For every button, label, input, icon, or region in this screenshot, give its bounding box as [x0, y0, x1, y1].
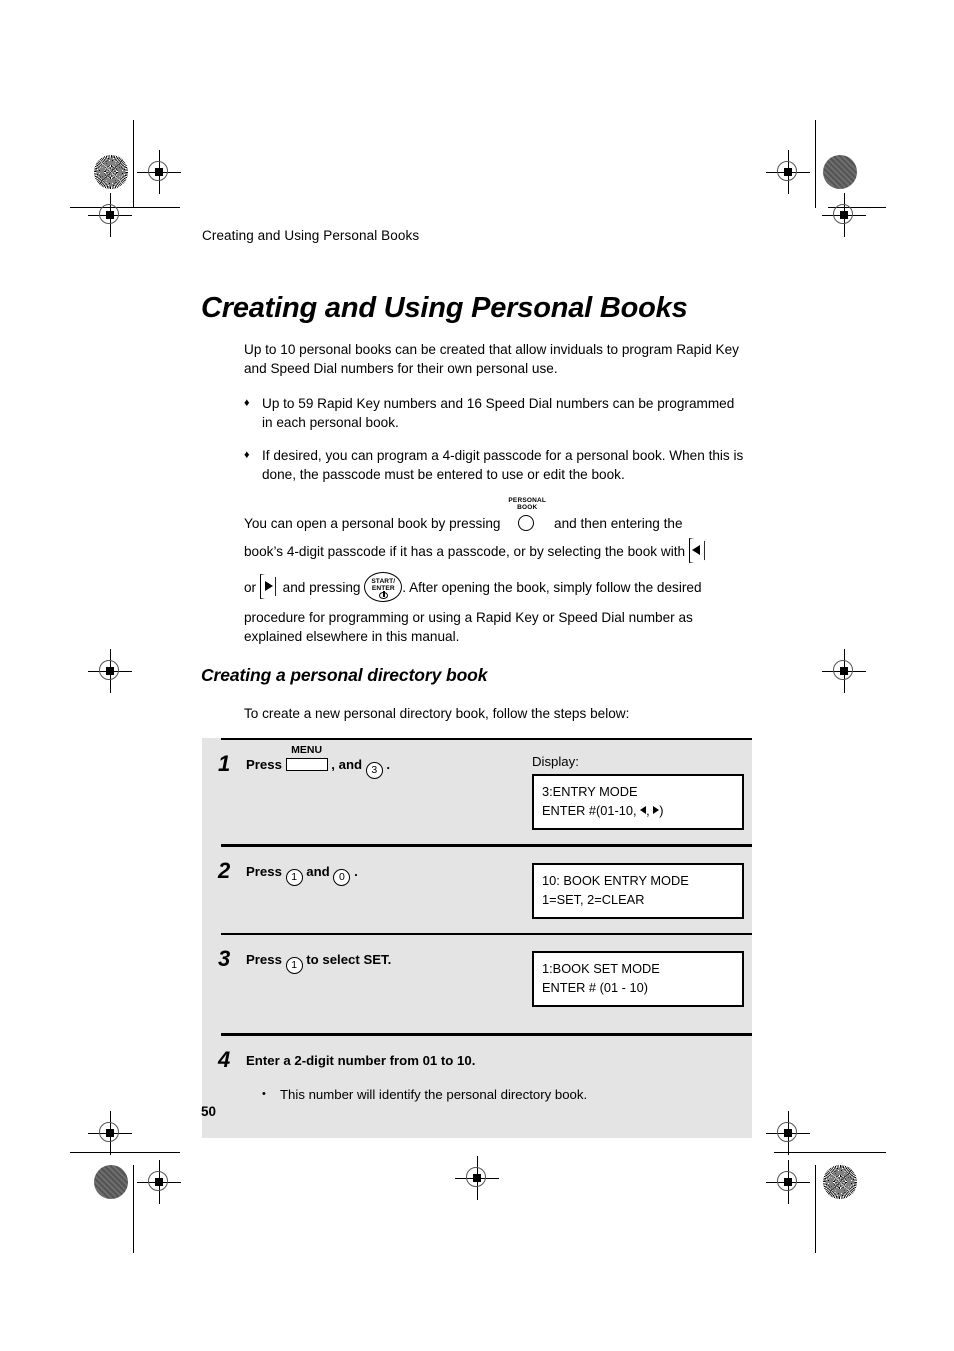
step-number: 2 [218, 857, 231, 883]
step-number: 3 [218, 946, 231, 972]
lcd-text: ENTER #(01-10, [542, 803, 637, 819]
crop-rule-vertical-top-left [133, 120, 134, 208]
instruction-text: and then entering the [554, 516, 683, 531]
registration-crosshair-bottom-right-inner [766, 1111, 810, 1155]
step-text-fragment: and [306, 863, 330, 879]
registration-crosshair-top-right-inner [822, 193, 866, 237]
right-arrow-key-icon [259, 574, 279, 599]
diamond-bullet-icon: ♦ [244, 397, 250, 409]
step-number: 4 [218, 1046, 231, 1072]
lcd-line: 10: BOOK ENTRY MODE [542, 872, 689, 888]
registration-crosshair-mid-left [88, 649, 132, 693]
step-text-fragment: . [354, 863, 358, 879]
digit-key-1: 1 [285, 957, 303, 975]
step-sub-bullet-text: This number will identify the personal d… [280, 1086, 588, 1102]
registration-dot-bottom-left [94, 1165, 128, 1199]
crop-rule-horizontal-bottom-left [70, 1152, 180, 1153]
lcd-line: ENTER # (01 - 10) [542, 980, 648, 996]
lcd-display: 10: BOOK ENTRY MODE 1=SET, 2=CLEAR [532, 862, 744, 919]
step-text-fragment: to select SET. [306, 952, 392, 968]
digit-key-0: 0 [333, 868, 351, 886]
step-sub-bullet: • This number will identify the personal… [262, 1085, 752, 1104]
step-instruction: Press MENU , and 3 . [246, 745, 532, 780]
section-heading: Creating a personal directory book [201, 665, 488, 685]
step-text-fragment: Press [246, 863, 282, 879]
table-row: 4 Enter a 2-digit number from 01 to 10. … [202, 1036, 752, 1138]
lcd-line: ENTER #(01-10, , ) [542, 801, 734, 820]
instruction-line-2: book’s 4-digit passcode if it has a pass… [244, 538, 744, 572]
running-head: Creating and Using Personal Books [202, 228, 420, 243]
lcd-line: 1:BOOK SET MODE [542, 961, 660, 977]
step-instruction: Enter a 2-digit number from 01 to 10. [246, 1052, 476, 1068]
intro-bullet-list: ♦ Up to 59 Rapid Key numbers and 16 Spee… [244, 394, 744, 484]
diamond-bullet-icon: ♦ [244, 449, 250, 461]
bullet-dot-icon: • [262, 1087, 266, 1100]
registration-crosshair-mid-right [822, 649, 866, 693]
registration-crosshair-bottom-center [455, 1156, 499, 1200]
step-text-fragment: Press [246, 952, 282, 968]
open-book-instructions: You can open a personal book by pressing… [244, 497, 744, 646]
step-number: 1 [218, 751, 231, 777]
step-instruction: Press 1 and 0 . [246, 861, 532, 886]
registration-crosshair-bottom-left [137, 1160, 181, 1204]
lcd-line: 1=SET, 2=CLEAR [542, 891, 645, 907]
start-enter-key-icon: START/ ENTER [364, 572, 403, 602]
lcd-line: 3:ENTRY MODE [542, 784, 638, 800]
section-intro-text: To create a new personal directory book,… [244, 706, 630, 721]
table-row: 1 Press MENU , and 3 . Display: 3:ENTRY … [202, 740, 752, 844]
list-item: ♦ Up to 59 Rapid Key numbers and 16 Spee… [244, 394, 744, 432]
personal-book-key-circle [518, 515, 535, 531]
registration-dot-top-right [823, 155, 857, 189]
step-text-fragment: Press [246, 757, 282, 773]
menu-key-label: MENU [291, 744, 323, 757]
lcd-text: ) [659, 803, 664, 819]
instruction-text: or [244, 580, 257, 595]
instruction-tail-text: procedure for programming or using a Rap… [244, 610, 693, 644]
lcd-display: 3:ENTRY MODE ENTER #(01-10, , ) [532, 774, 744, 831]
list-item-text: Up to 59 Rapid Key numbers and 16 Speed … [262, 396, 735, 430]
step-text-fragment: . [386, 757, 391, 773]
registration-crosshair-top-left [137, 150, 181, 194]
display-label: Display: [532, 754, 579, 770]
table-row: 2 Press 1 and 0 . 10: BOOK ENTRY MODE 1=… [202, 847, 752, 933]
digit-key-3: 3 [365, 762, 383, 780]
table-row: 3 Press 1 to select SET. 1:BOOK SET MODE… [202, 935, 752, 1033]
intro-section: Up to 10 personal books can be created t… [244, 340, 744, 498]
crop-rule-vertical-top-right [815, 120, 816, 208]
page-number: 50 [201, 1104, 217, 1119]
registration-star-top-left [94, 155, 128, 189]
registration-crosshair-bottom-left-inner [88, 1111, 132, 1155]
list-item: ♦ If desired, you can program a 4-digit … [244, 446, 744, 484]
crop-rule-vertical-bottom-right [815, 1165, 816, 1253]
crop-rule-vertical-bottom-left [133, 1165, 134, 1253]
page-title: Creating and Using Personal Books [201, 292, 688, 324]
instruction-line-3: or and pressing START/ ENTER . After ope… [244, 572, 744, 606]
registration-star-bottom-right [823, 1165, 857, 1199]
steps-table: 1 Press MENU , and 3 . Display: 3:ENTRY … [202, 738, 752, 1138]
menu-key-icon: MENU [285, 745, 328, 772]
instruction-text: You can open a personal book by pressing [244, 516, 501, 531]
instruction-text: . After opening the book, simply follow … [402, 580, 702, 595]
instruction-text: book’s 4-digit passcode if it has a pass… [244, 544, 686, 559]
registration-crosshair-top-right [766, 150, 810, 194]
personal-book-key-icon: PERSONAL BOOK [504, 497, 550, 531]
personal-book-key-label-2: BOOK [517, 503, 538, 511]
registration-crosshair-bottom-right [766, 1160, 810, 1204]
crop-rule-horizontal-bottom-right [774, 1152, 886, 1153]
digit-key-1: 1 [285, 868, 303, 886]
list-item-text: If desired, you can program a 4-digit pa… [262, 448, 744, 482]
registration-crosshair-top-left-inner [88, 193, 132, 237]
instruction-text: and pressing [282, 580, 361, 595]
step-instruction: Press 1 to select SET. [246, 949, 532, 975]
step-text-fragment: , and [331, 757, 363, 773]
lcd-text: , [646, 803, 650, 819]
intro-paragraph: Up to 10 personal books can be created t… [244, 342, 739, 376]
left-arrow-key-icon [688, 538, 708, 563]
instruction-line-1: You can open a personal book by pressing… [244, 497, 744, 538]
lcd-display: 1:BOOK SET MODE ENTER # (01 - 10) [532, 951, 744, 1008]
